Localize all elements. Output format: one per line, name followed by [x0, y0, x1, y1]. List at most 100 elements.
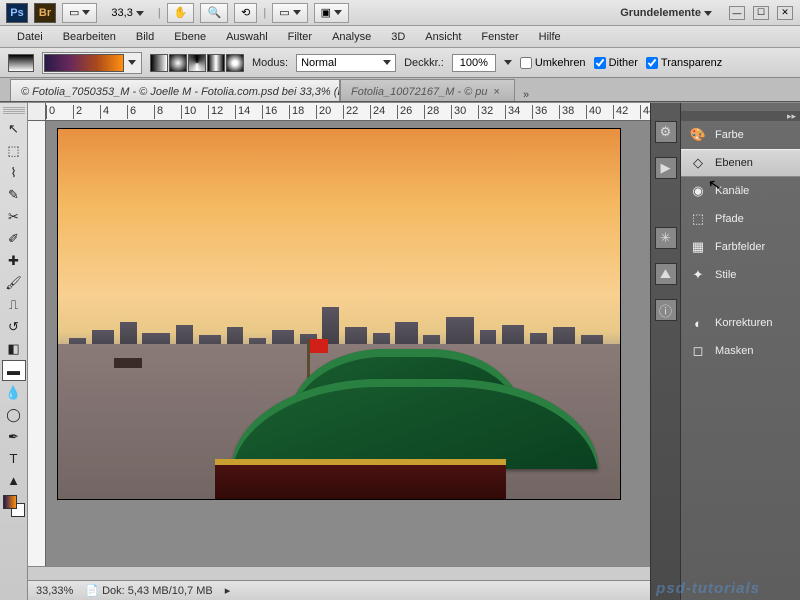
panel-column: ▸▸ 🎨Farbe◇Ebenen◉Kanäle⬚Pfade▦Farbfelder… [680, 103, 800, 600]
menu-fenster[interactable]: Fenster [472, 28, 527, 46]
ps-logo-icon[interactable]: Ps [6, 3, 28, 23]
screen-mode-button[interactable]: ▣ [314, 3, 349, 23]
pen-tool-icon[interactable]: ✒ [2, 426, 26, 447]
vertical-ruler[interactable] [28, 121, 46, 580]
panel-collapse-icon[interactable]: ▸▸ [681, 111, 800, 121]
arrange-menu-button[interactable]: ▭ [272, 3, 307, 23]
panel-masken[interactable]: ◻Masken [681, 337, 800, 365]
radial-gradient-icon[interactable] [169, 54, 187, 72]
dock-adjust-icon[interactable]: ⚙ [655, 121, 677, 143]
menu-datei[interactable]: Datei [8, 28, 52, 46]
maximize-icon[interactable]: ☐ [753, 6, 769, 20]
foreground-swatch-icon[interactable] [8, 54, 34, 72]
bridge-logo-icon[interactable]: Br [34, 3, 56, 23]
ruler-origin-icon[interactable] [28, 103, 46, 121]
app-topbar: Ps Br ▭ 33,3 | ✋ 🔍 ⟲ | ▭ ▣ Grundelemente… [0, 0, 800, 26]
watermark-text: psd-tutorials [656, 580, 760, 597]
layout-menu-button[interactable]: ▭ [62, 3, 97, 23]
brush-tool-icon[interactable]: 🖌 [2, 272, 26, 293]
quick-select-tool-icon[interactable]: ✎ [2, 184, 26, 205]
dock-histogram-icon[interactable]: ⛰ [655, 263, 677, 285]
korrekturen-icon: ◐ [689, 315, 707, 331]
menu-bild[interactable]: Bild [127, 28, 163, 46]
pfade-icon: ⬚ [689, 211, 707, 227]
document-tab-active[interactable]: © Fotolia_7050353_M - © Joelle M - Fotol… [10, 79, 340, 101]
workspace-switcher[interactable]: Grundelemente [610, 7, 722, 19]
blend-mode-label: Modus: [252, 57, 288, 69]
panel-pfade[interactable]: ⬚Pfade [681, 205, 800, 233]
panel-stile[interactable]: ✦Stile [681, 261, 800, 289]
dock-info-icon[interactable]: ⓘ [655, 299, 677, 321]
status-zoom[interactable]: 33,33% [36, 585, 73, 597]
menu-auswahl[interactable]: Auswahl [217, 28, 277, 46]
panel-ebenen[interactable]: ◇Ebenen [681, 149, 800, 177]
right-dock: ⚙ ▶ ✳ ⛰ ⓘ ▸▸ 🎨Farbe◇Ebenen◉Kanäle⬚Pfade▦… [650, 103, 800, 600]
minimize-icon[interactable]: — [729, 6, 745, 20]
status-menu-icon[interactable]: ▸ [225, 584, 231, 597]
zoom-tool-shortcut-icon[interactable]: 🔍 [200, 3, 228, 23]
eyedropper-tool-icon[interactable]: ✐ [2, 228, 26, 249]
farbfelder-icon: ▦ [689, 239, 707, 255]
blend-mode-select[interactable]: Normal [296, 54, 396, 72]
color-swatches[interactable] [2, 492, 26, 520]
collapsed-dock: ⚙ ▶ ✳ ⛰ ⓘ [650, 103, 680, 600]
close-icon[interactable]: ✕ [777, 6, 793, 20]
panel-korrekturen[interactable]: ◐Korrekturen [681, 309, 800, 337]
opacity-scrub-icon[interactable] [504, 60, 512, 65]
horizontal-ruler[interactable]: 0246810121416182022242628303234363840424… [46, 103, 650, 121]
stile-icon: ✦ [689, 267, 707, 283]
reverse-checkbox[interactable]: Umkehren [520, 57, 586, 69]
tool-options-bar: Modus: Normal Deckkr.: Umkehren Dither T… [0, 48, 800, 78]
transparency-checkbox[interactable]: Transparenz [646, 57, 722, 69]
dodge-tool-icon[interactable]: ◯ [2, 404, 26, 425]
diamond-gradient-icon[interactable] [226, 54, 244, 72]
stamp-tool-icon[interactable]: ⎍ [2, 294, 26, 315]
main-menubar: DateiBearbeitenBildEbeneAuswahlFilterAna… [0, 26, 800, 48]
dock-actions-icon[interactable]: ▶ [655, 157, 677, 179]
gradient-preview[interactable] [44, 54, 124, 72]
menu-hilfe[interactable]: Hilfe [530, 28, 570, 46]
panel-kanäle[interactable]: ◉Kanäle [681, 177, 800, 205]
menu-ansicht[interactable]: Ansicht [416, 28, 470, 46]
canvas-viewport[interactable]: 0246810121416182022242628303234363840424… [28, 103, 650, 600]
history-brush-tool-icon[interactable]: ↺ [2, 316, 26, 337]
rotate-view-shortcut-icon[interactable]: ⟲ [234, 3, 257, 23]
lasso-tool-icon[interactable]: ⌇ [2, 162, 26, 183]
opacity-label: Deckkr.: [404, 57, 444, 69]
marquee-tool-icon[interactable]: ⬚ [2, 140, 26, 161]
reflected-gradient-icon[interactable] [207, 54, 225, 72]
status-doc-size[interactable]: 📄 Dok: 5,43 MB/10,7 MB [85, 584, 212, 597]
menu-analyse[interactable]: Analyse [323, 28, 380, 46]
farbe-icon: 🎨 [689, 127, 707, 143]
path-select-tool-icon[interactable]: ▲ [2, 470, 26, 491]
menu-ebene[interactable]: Ebene [165, 28, 215, 46]
opacity-input[interactable] [452, 54, 496, 72]
zoom-percent[interactable]: 33,3 [103, 7, 151, 19]
kanäle-icon: ◉ [689, 183, 707, 199]
move-tool-icon[interactable]: ↖ [2, 118, 26, 139]
angle-gradient-icon[interactable] [188, 54, 206, 72]
panel-farbfelder[interactable]: ▦Farbfelder [681, 233, 800, 261]
work-area: ↖ ⬚ ⌇ ✎ ✂ ✐ ✚ 🖌 ⎍ ↺ ◧ ▬ 💧 ◯ ✒ T ▲ 024681… [0, 103, 800, 600]
document-tab-inactive[interactable]: Fotolia_10072167_M - © pu× [340, 79, 515, 101]
dock-navigator-icon[interactable]: ✳ [655, 227, 677, 249]
horizontal-scrollbar[interactable] [28, 566, 650, 580]
eraser-tool-icon[interactable]: ◧ [2, 338, 26, 359]
menu-bearbeiten[interactable]: Bearbeiten [54, 28, 125, 46]
menu-filter[interactable]: Filter [279, 28, 321, 46]
gradient-tool-icon[interactable]: ▬ [2, 360, 26, 381]
healing-tool-icon[interactable]: ✚ [2, 250, 26, 271]
tab-close-icon[interactable]: × [494, 86, 500, 98]
gradient-picker-dropdown-icon[interactable] [128, 60, 136, 65]
linear-gradient-icon[interactable] [150, 54, 168, 72]
type-tool-icon[interactable]: T [2, 448, 26, 469]
panel-farbe[interactable]: 🎨Farbe [681, 121, 800, 149]
blur-tool-icon[interactable]: 💧 [2, 382, 26, 403]
dither-checkbox[interactable]: Dither [594, 57, 638, 69]
hand-tool-shortcut-icon[interactable]: ✋ [167, 3, 195, 23]
menu-3d[interactable]: 3D [382, 28, 414, 46]
toolbox-grip-icon[interactable] [3, 107, 25, 115]
document-canvas[interactable] [58, 129, 620, 499]
crop-tool-icon[interactable]: ✂ [2, 206, 26, 227]
tab-overflow-icon[interactable]: » [523, 89, 529, 101]
